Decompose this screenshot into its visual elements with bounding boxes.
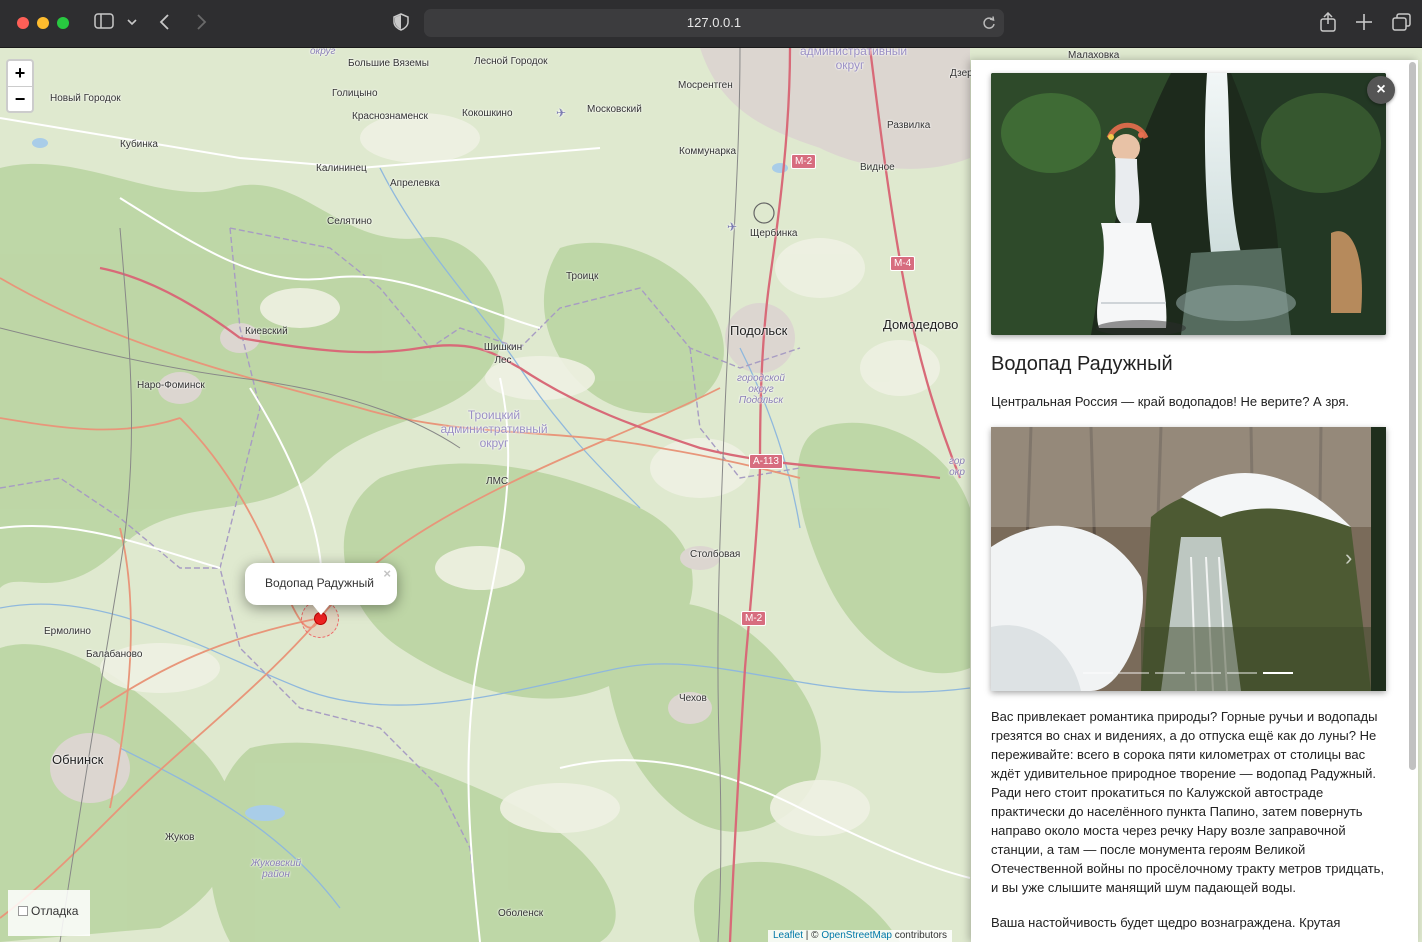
address-bar[interactable]: 127.0.0.1: [424, 9, 1004, 37]
map-label: Кубинка: [120, 139, 158, 150]
back-icon[interactable]: [158, 13, 172, 37]
sidebar-toggle-icon[interactable]: [94, 13, 114, 35]
map-label: Троицк: [566, 271, 599, 282]
forward-icon[interactable]: [194, 13, 208, 37]
close-window-button[interactable]: [17, 17, 29, 29]
popup-close-button[interactable]: ×: [383, 566, 391, 581]
map-label: Апрелевка: [390, 178, 440, 189]
map-label: Краснознаменск: [352, 111, 428, 122]
map-label: Московский: [587, 104, 642, 115]
hero-image: [991, 73, 1386, 335]
map-label: Наро-Фоминск: [137, 380, 205, 391]
tab-overview-icon[interactable]: [1392, 13, 1412, 37]
map-label: Видное: [860, 162, 895, 173]
map-label: Обнинск: [52, 752, 104, 767]
panel-scrollbar[interactable]: [1409, 62, 1416, 770]
map-label: Домодедово: [883, 317, 959, 332]
maximize-window-button[interactable]: [57, 17, 69, 29]
map-attribution: Leaflet | © OpenStreetMap contributors: [768, 930, 952, 942]
map-label: Селятино: [327, 216, 372, 227]
map-label: Щербинка: [750, 228, 798, 239]
debug-control: Отладка: [8, 890, 90, 936]
carousel-next-icon[interactable]: ›: [1345, 545, 1352, 571]
zoom-in-button[interactable]: +: [8, 61, 32, 86]
carousel-dot[interactable]: [1227, 672, 1257, 674]
new-tab-icon[interactable]: [1355, 13, 1373, 37]
map-label: Жуков: [165, 832, 195, 843]
panel-body: Вас привлекает романтика природы? Горные…: [991, 709, 1385, 895]
reload-icon[interactable]: [982, 9, 996, 39]
zoom-out-button[interactable]: −: [8, 86, 32, 111]
road-shield: М-4: [890, 256, 916, 271]
map-label: Подольск: [730, 323, 788, 338]
privacy-shield-icon[interactable]: [393, 13, 409, 37]
map-label: Жуковский район: [250, 858, 302, 880]
chevron-down-icon[interactable]: [126, 14, 138, 34]
map-label: Лесной Городок: [474, 56, 548, 67]
panel-lead: Центральная Россия — край водопадов! Не …: [991, 394, 1350, 409]
road-shield: М-2: [741, 611, 767, 626]
share-icon[interactable]: [1319, 11, 1337, 38]
map-label: Чехов: [679, 693, 707, 704]
zoom-control: + −: [6, 59, 34, 113]
debug-label: Отладка: [31, 904, 79, 918]
map-popup: Водопад Радужный ×: [245, 563, 397, 605]
map-label: Мосрентген: [678, 80, 733, 91]
road-shield: А-113: [749, 454, 783, 469]
panel-title: Водопад Радужный: [991, 353, 1173, 375]
carousel-dot[interactable]: [1083, 672, 1113, 674]
carousel-indicators: [1083, 661, 1299, 679]
carousel-dot[interactable]: [1191, 672, 1221, 674]
attribution-contributors: contributors: [891, 930, 947, 941]
map-label: Калининец: [316, 163, 367, 174]
map-label: Ермолино: [44, 626, 91, 637]
map-label: Троицкий административный округ: [440, 408, 548, 450]
map-label: Голицыно: [332, 88, 378, 99]
map-label: Коммунарка: [679, 146, 737, 157]
map-label: Большие Вяземы: [348, 58, 429, 69]
map-label: Оболенск: [498, 908, 544, 919]
map-label: ЛМС: [486, 476, 509, 487]
carousel-dot[interactable]: [1263, 672, 1293, 674]
map-label: Столбовая: [690, 549, 741, 560]
airport-icon: ✈: [727, 220, 738, 234]
carousel-dot[interactable]: [1119, 672, 1149, 674]
osm-link[interactable]: OpenStreetMap: [821, 930, 892, 941]
map-label: Киевский: [245, 326, 288, 337]
leaflet-link[interactable]: Leaflet: [773, 930, 803, 941]
url-text: 127.0.0.1: [686, 15, 742, 30]
map-label: Шишкин Лес: [483, 342, 523, 366]
popup-title: Водопад Радужный: [265, 576, 374, 590]
popup-tip: [312, 604, 330, 615]
map-label: Дзер: [950, 68, 973, 79]
photo-carousel[interactable]: ›: [991, 427, 1386, 691]
map-label: Балабаново: [86, 649, 143, 660]
map-label: гор окр: [949, 456, 965, 478]
minimize-window-button[interactable]: [37, 17, 49, 29]
panel-body-continued: Ваша настойчивость будет щедро вознаграж…: [991, 915, 1341, 930]
info-panel: × Водопад Радужный Центральная Россия — …: [971, 60, 1418, 942]
map-label: административный округ: [800, 48, 908, 72]
airport-icon: ✈: [556, 106, 567, 120]
debug-checkbox[interactable]: [18, 906, 28, 916]
browser-toolbar: 127.0.0.1: [0, 0, 1422, 48]
map-label: округ: [310, 48, 336, 57]
map-label: Развилка: [887, 120, 931, 131]
map-label: Кокошкино: [462, 108, 513, 119]
carousel-dot[interactable]: [1155, 672, 1185, 674]
map-label: городской округ Подольск: [737, 373, 785, 406]
attribution-separator: | ©: [803, 930, 822, 941]
map-label: Новый Городок: [50, 93, 121, 104]
road-shield: М-2: [791, 154, 817, 169]
close-panel-button[interactable]: ×: [1367, 76, 1395, 104]
